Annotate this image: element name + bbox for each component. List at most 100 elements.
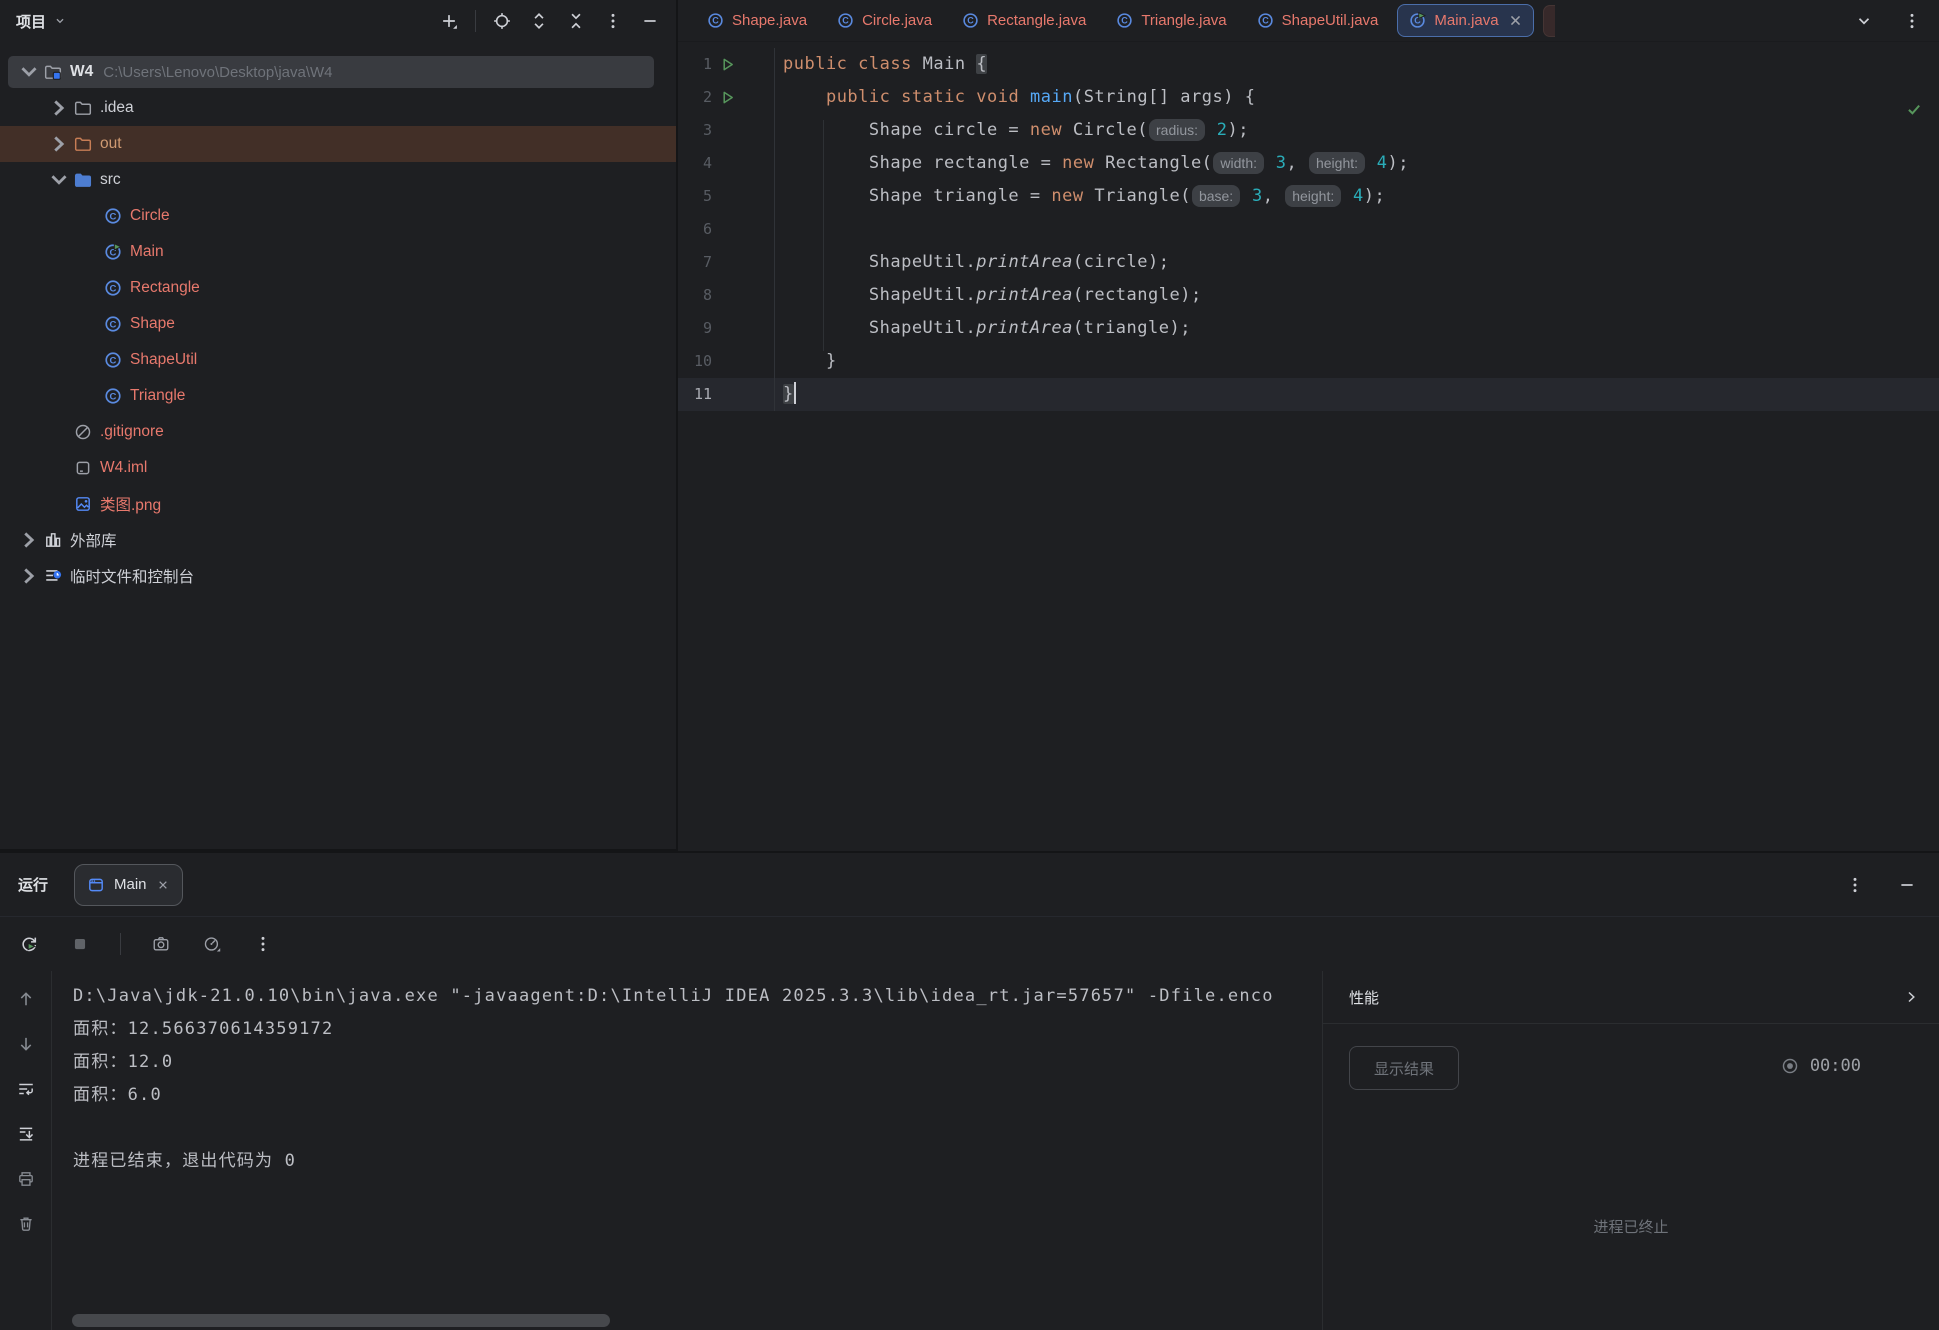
tree-item-label: W4.iml xyxy=(100,459,147,477)
gutter-spacer xyxy=(712,279,742,312)
print-button[interactable] xyxy=(12,1165,40,1193)
image-file-icon xyxy=(74,495,92,513)
profiler-button[interactable] xyxy=(198,930,226,958)
editor-tab-ShapeUtil.java[interactable]: CShapeUtil.java xyxy=(1242,0,1394,41)
console-line: 面积：12.566370614359172 xyxy=(73,1013,1321,1046)
editor-tab-Circle.java[interactable]: CCircle.java xyxy=(822,0,947,41)
gutter-spacer xyxy=(712,246,742,279)
class-icon: C xyxy=(104,279,122,297)
tree-item-.idea[interactable]: .idea xyxy=(0,90,676,126)
run-panel-header: 运行 Main xyxy=(0,853,1939,917)
tree-item-out[interactable]: out xyxy=(0,126,676,162)
editor-tab-Shape.java[interactable]: CShape.java xyxy=(692,0,822,41)
hide-button[interactable] xyxy=(636,7,664,35)
tab-label: Circle.java xyxy=(862,12,932,29)
tree-item-label: Rectangle xyxy=(130,279,200,297)
module-file-icon xyxy=(74,459,92,477)
line-number: 5 xyxy=(678,180,712,213)
clear-button[interactable] xyxy=(12,1210,40,1238)
locate-button[interactable] xyxy=(488,7,516,35)
code-text: public static void main(String[] args) { xyxy=(774,81,1939,114)
stop-button[interactable] xyxy=(66,930,94,958)
run-tab-main[interactable]: Main xyxy=(74,864,183,906)
project-tool-window: 项目 W4C:\Users\Lenovo\Desktop\java\W4 .ide… xyxy=(0,0,678,851)
rerun-button[interactable] xyxy=(15,930,43,958)
tree-item-Shape[interactable]: CShape xyxy=(0,306,676,342)
chevron-right-icon[interactable] xyxy=(44,93,74,123)
code-line: 10 } xyxy=(678,345,1939,378)
rerun-icon xyxy=(20,935,38,953)
inspection-check-icon[interactable] xyxy=(1905,100,1923,118)
partial-tab[interactable] xyxy=(1543,5,1555,37)
tree-item-临时文件和控制台[interactable]: 临时文件和控制台 xyxy=(0,558,676,594)
tree-item-src[interactable]: src xyxy=(0,162,676,198)
more-button[interactable] xyxy=(599,7,627,35)
more-button[interactable] xyxy=(1841,871,1869,899)
process-status-text: 进程已终止 xyxy=(1323,1216,1939,1237)
text-caret xyxy=(794,382,796,404)
editor-area: CShape.javaCCircle.javaCRectangle.javaCT… xyxy=(678,0,1939,851)
hide-icon xyxy=(641,12,659,30)
editor-tab-Triangle.java[interactable]: CTriangle.java xyxy=(1101,0,1241,41)
tree-item-外部库[interactable]: 外部库 xyxy=(0,522,676,558)
code-text: ShapeUtil.printArea(circle); xyxy=(774,246,1939,279)
tree-item-W4[interactable]: W4C:\Users\Lenovo\Desktop\java\W4 xyxy=(0,54,676,90)
run-toolbar xyxy=(0,917,1939,971)
parameter-hint: height: xyxy=(1285,185,1341,207)
collapse-all-button[interactable] xyxy=(562,7,590,35)
tree-item-Circle[interactable]: CCircle xyxy=(0,198,676,234)
chevron-down-icon[interactable] xyxy=(44,165,74,195)
tree-item-label: Circle xyxy=(130,207,170,225)
arrow-down-icon xyxy=(17,1035,35,1053)
arrow-up-button[interactable] xyxy=(12,985,40,1013)
code-text: } xyxy=(774,345,1939,378)
add-button[interactable] xyxy=(435,7,463,35)
expand-all-button[interactable] xyxy=(525,7,553,35)
line-number: 11 xyxy=(678,378,712,411)
more-button[interactable] xyxy=(249,930,277,958)
svg-text:C: C xyxy=(110,355,117,366)
code-text: ShapeUtil.printArea(triangle); xyxy=(774,312,1939,345)
scroll-end-button[interactable] xyxy=(12,1120,40,1148)
soft-wrap-button[interactable] xyxy=(12,1075,40,1103)
tree-item-ShapeUtil[interactable]: CShapeUtil xyxy=(0,342,676,378)
chevron-right-icon[interactable] xyxy=(14,525,44,555)
tree-item-.gitignore[interactable]: .gitignore xyxy=(0,414,676,450)
chevron-right-icon[interactable] xyxy=(44,129,74,159)
console-output: D:\Java\jdk-21.0.10\bin\java.exe "-javaa… xyxy=(53,971,1321,1308)
tree-item-类图.png[interactable]: 类图.png xyxy=(0,486,676,522)
screenshot-button[interactable] xyxy=(147,930,175,958)
more-button[interactable] xyxy=(1898,7,1926,35)
project-panel-title[interactable]: 项目 xyxy=(16,11,67,32)
code-editor[interactable]: 1public class Main {2 public static void… xyxy=(678,42,1939,411)
code-text: Shape circle = new Circle(radius: 2); xyxy=(774,114,1939,147)
tab-label: Rectangle.java xyxy=(987,12,1086,29)
performance-header[interactable]: 性能 xyxy=(1323,971,1939,1024)
horizontal-scrollbar[interactable] xyxy=(72,1314,610,1327)
show-results-button[interactable]: 显示结果 xyxy=(1349,1046,1459,1090)
tree-item-Rectangle[interactable]: C Rectangle xyxy=(0,270,676,306)
hide-button[interactable] xyxy=(1893,871,1921,899)
class-icon: C xyxy=(104,315,122,333)
close-icon[interactable] xyxy=(1507,12,1524,29)
tree-item-label: .idea xyxy=(100,99,134,117)
line-number: 8 xyxy=(678,279,712,312)
tree-item-Triangle[interactable]: CTriangle xyxy=(0,378,676,414)
editor-tab-Rectangle.java[interactable]: CRectangle.java xyxy=(947,0,1101,41)
project-tree: W4C:\Users\Lenovo\Desktop\java\W4 .idea ou… xyxy=(0,42,676,594)
tree-item-W4.iml[interactable]: W4.iml xyxy=(0,450,676,486)
editor-tab-Main.java[interactable]: CMain.java xyxy=(1397,4,1533,37)
gutter-spacer xyxy=(712,147,742,180)
close-icon[interactable] xyxy=(156,878,170,892)
run-line-icon[interactable] xyxy=(712,48,742,81)
tree-item-label: Triangle xyxy=(130,387,185,405)
chevron-down-icon[interactable] xyxy=(14,57,44,87)
line-number: 10 xyxy=(678,345,712,378)
folder-src-icon xyxy=(74,171,92,189)
tab-overflow-button[interactable] xyxy=(1850,7,1878,35)
arrow-down-button[interactable] xyxy=(12,1030,40,1058)
chevron-right-icon[interactable] xyxy=(14,561,44,591)
indent-guide xyxy=(823,120,824,351)
run-line-icon[interactable] xyxy=(712,81,742,114)
tree-item-Main[interactable]: CMain xyxy=(0,234,676,270)
